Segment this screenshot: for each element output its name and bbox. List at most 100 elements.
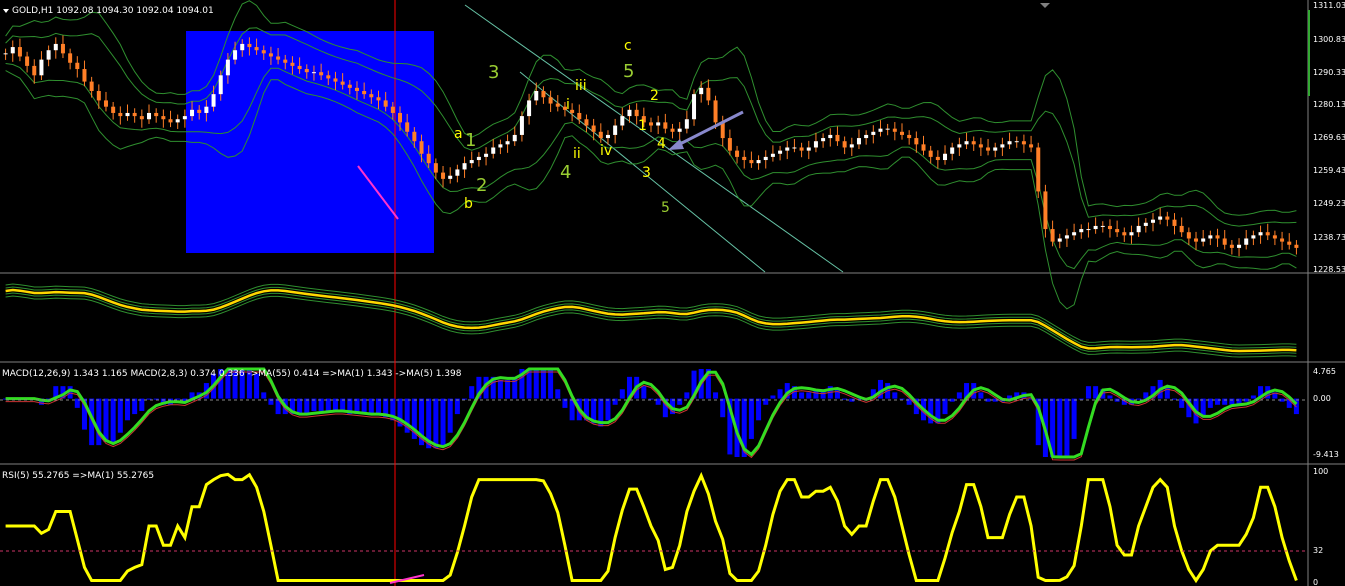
candle-body — [1050, 229, 1055, 242]
candle-body — [1129, 232, 1134, 236]
candle-body — [197, 109, 202, 113]
candle-body — [455, 169, 460, 176]
candle-body — [892, 128, 897, 132]
wave-label: 3 — [488, 62, 499, 83]
candle-body — [1186, 232, 1191, 239]
candle-body — [268, 53, 273, 57]
macd-bar — [806, 392, 812, 399]
macd-bar — [684, 392, 690, 399]
dropdown-triangle-icon[interactable] — [3, 9, 9, 13]
candle-body — [993, 147, 998, 151]
wave-label: i — [566, 97, 570, 113]
wave-label: b — [464, 196, 473, 212]
candle-body — [821, 138, 826, 142]
macd-bar — [942, 398, 948, 415]
candle-body — [548, 97, 553, 104]
macd-tick: -9.413 — [1313, 450, 1339, 459]
scroll-marker-icon — [1040, 3, 1050, 8]
candle-body — [1265, 232, 1270, 236]
candle-body — [634, 109, 639, 117]
macd-bar — [505, 379, 511, 399]
candle-body — [111, 106, 116, 113]
macd-bar — [454, 398, 460, 415]
chart-canvas[interactable]: a 12b3iiiiii4ivc521435 GOLD,H1 1092.08 10… — [0, 0, 1345, 586]
rsi-line — [5, 471, 1298, 584]
candle-body — [964, 141, 969, 145]
candle-body — [1172, 219, 1177, 226]
candle-body — [1007, 141, 1012, 145]
macd-bar — [497, 379, 503, 399]
candle-body — [247, 43, 252, 48]
candle-body — [885, 128, 890, 130]
candle-body — [613, 125, 618, 135]
macd-tick: 4.765 — [1313, 367, 1336, 376]
candle-body — [684, 119, 689, 129]
candle-body — [333, 78, 338, 82]
candle-body — [663, 122, 668, 129]
candle-body — [656, 122, 661, 126]
candle-body — [806, 147, 811, 151]
macd-bar — [756, 398, 762, 421]
macd-bar — [619, 389, 625, 399]
macd-bar — [555, 389, 561, 399]
candle-body — [986, 147, 991, 151]
candle-body — [555, 103, 560, 107]
candle-body — [89, 81, 94, 91]
candle-body — [799, 147, 804, 151]
macd-bar — [1064, 398, 1070, 457]
candle-body — [17, 47, 22, 57]
candle-body — [311, 72, 316, 74]
candle-body — [390, 106, 395, 113]
macd-header: MACD(12,26,9) 1.343 1.165 MACD(2,8,3) 0.… — [2, 369, 462, 379]
candle-body — [735, 150, 740, 157]
candle-body — [871, 131, 876, 135]
candle-body — [1237, 244, 1242, 248]
candle-body — [935, 156, 940, 161]
macd-bar — [1078, 398, 1084, 400]
candle-body — [978, 144, 983, 148]
candle-body — [498, 144, 503, 148]
macd-bar — [605, 398, 611, 421]
candle-body — [1143, 222, 1148, 226]
rsi-header: RSI(5) 55.2765 =>MA(1) 55.2765 — [2, 471, 154, 481]
candle-body — [1258, 232, 1263, 236]
candle-body — [541, 91, 546, 98]
candle-body — [713, 100, 718, 123]
candle-body — [699, 87, 704, 95]
macd-bar — [261, 392, 267, 399]
candle-body — [1150, 219, 1155, 223]
macd-bar — [1107, 395, 1113, 399]
candle-body — [763, 156, 768, 161]
candle-body — [190, 109, 195, 117]
overlay-indicator — [5, 283, 1297, 358]
candle-body — [182, 116, 187, 120]
candle-body — [383, 100, 388, 107]
macd-bar — [368, 398, 374, 415]
candle-body — [770, 153, 775, 157]
highlight-box[interactable] — [186, 31, 434, 253]
macd-bar — [1085, 386, 1091, 399]
candle-body — [39, 59, 44, 76]
candle-body — [742, 156, 747, 161]
candle-body — [1294, 244, 1299, 248]
rsi-tick: 32 — [1313, 546, 1323, 555]
candle-body — [340, 81, 345, 85]
candle-body — [1208, 235, 1213, 239]
candle-body — [1043, 191, 1048, 230]
wave-label: 5 — [623, 61, 634, 82]
wave-label: 1 — [465, 130, 476, 151]
candle-body — [677, 128, 682, 132]
macd-bar — [892, 392, 898, 399]
candle-body — [756, 160, 761, 164]
candle-body — [254, 47, 259, 51]
candle-body — [433, 163, 438, 173]
macd-bar — [440, 398, 446, 446]
chart-window[interactable]: a 1 2 b 3 i iii ii 4 iv c 5 2 1 4 3 5 GOLD,H1 1092.08 10… — [0, 0, 1345, 586]
candle-body — [921, 144, 926, 151]
candle-body — [448, 175, 453, 179]
wave-label: a — [454, 126, 463, 142]
macd-bar — [540, 369, 546, 399]
candle-body — [577, 112, 582, 120]
candle-body — [570, 109, 575, 113]
symbol-header: GOLD,H1 1092.08 1094.30 1092.04 1094.01 — [12, 6, 214, 16]
